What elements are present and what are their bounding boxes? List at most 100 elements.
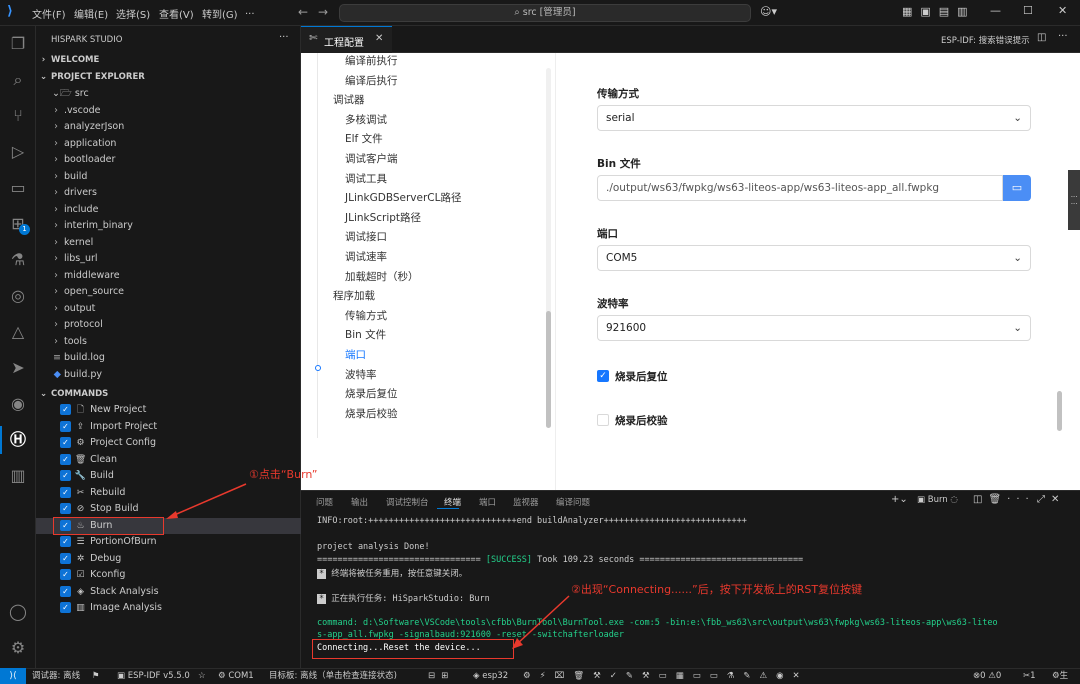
- side-handle[interactable]: ⋮⋮: [1068, 170, 1080, 230]
- command-checkbox[interactable]: ✓: [60, 602, 71, 613]
- wifi-icon[interactable]: ◉: [6, 392, 30, 416]
- panel-tab[interactable]: 终端: [444, 496, 461, 508]
- panel-tab[interactable]: 端口: [479, 496, 496, 508]
- more-actions-icon[interactable]: ···: [279, 32, 289, 43]
- config-nav-item[interactable]: 调试接口: [345, 228, 387, 247]
- tree-folder[interactable]: › tools: [36, 334, 301, 350]
- more-actions-icon[interactable]: ···: [1058, 31, 1068, 42]
- new-terminal-icon[interactable]: +⌄: [891, 494, 908, 505]
- command-checkbox[interactable]: ✓: [60, 536, 71, 547]
- tree-folder[interactable]: › libs_url: [36, 251, 301, 267]
- command-project-config[interactable]: ✓ ⚙ Project Config: [36, 435, 301, 451]
- command-checkbox[interactable]: ✓: [60, 503, 71, 514]
- section-welcome[interactable]: › WELCOME: [36, 52, 301, 68]
- config-nav-item[interactable]: 波特率: [345, 366, 377, 385]
- section-commands[interactable]: ⌄ COMMANDS: [36, 386, 301, 402]
- tree-folder[interactable]: › analyzerJson: [36, 119, 301, 135]
- menu-item[interactable]: 编辑(E): [74, 6, 108, 21]
- port-status[interactable]: ⚙ COM1: [218, 669, 254, 684]
- back-arrow-icon[interactable]: ←: [298, 5, 308, 19]
- split-editor-icon[interactable]: ◫: [1037, 32, 1046, 43]
- tree-folder[interactable]: › open_source: [36, 284, 301, 300]
- debugger-status[interactable]: 调试器: 离线: [32, 669, 80, 684]
- command-checkbox[interactable]: ✓: [60, 486, 71, 498]
- target-chip[interactable]: ◈ esp32: [473, 669, 508, 684]
- config-nav-item[interactable]: 烧录后复位: [345, 385, 398, 404]
- config-nav-item[interactable]: 烧录后校验: [345, 405, 398, 424]
- command-checkbox[interactable]: ✓: [60, 470, 71, 481]
- tree-folder[interactable]: › interim_binary: [36, 218, 301, 234]
- nav-scrollbar-thumb[interactable]: [546, 311, 551, 428]
- explorer-icon[interactable]: ❐: [6, 32, 30, 56]
- board-status[interactable]: 目标板: 离线（单击检查连接状态): [269, 669, 397, 684]
- reset-after-burn-checkbox[interactable]: ✓: [597, 370, 609, 382]
- tree-folder[interactable]: › middleware: [36, 268, 301, 284]
- close-tab-icon[interactable]: ✕: [375, 33, 383, 44]
- remote-explorer-icon[interactable]: ▭: [6, 176, 30, 200]
- star-icon[interactable]: ☆: [198, 669, 206, 684]
- chip-icon[interactable]: ◎: [6, 284, 30, 308]
- menu-item[interactable]: 转到(G): [202, 6, 238, 21]
- menu-item[interactable]: ...: [245, 6, 255, 17]
- command-checkbox[interactable]: ✓: [60, 453, 71, 465]
- copilot-icon[interactable]: ☺▾: [760, 5, 777, 18]
- command-center[interactable]: ⌕ src [管理员]: [339, 4, 751, 22]
- close-window-button[interactable]: ✕: [1058, 4, 1067, 17]
- command-checkbox[interactable]: ✓: [60, 585, 71, 597]
- menu-item[interactable]: 选择(S): [116, 6, 150, 21]
- tree-file[interactable]: ≡ build.log: [36, 350, 301, 366]
- settings-gear-icon[interactable]: ⚙: [6, 636, 30, 660]
- esp-idf-search-errors[interactable]: ESP-IDF: 搜索错误提示: [941, 34, 1030, 46]
- maximize-button[interactable]: ☐: [1023, 4, 1033, 17]
- search-icon[interactable]: ⌕: [6, 68, 30, 92]
- remote-indicator-icon[interactable]: ⟩⟨: [0, 668, 26, 684]
- layout-toggle-icons[interactable]: ▦▣▤▥: [902, 5, 976, 18]
- section-project-explorer[interactable]: ⌄ PROJECT EXPLORER: [36, 69, 301, 85]
- panel-tab[interactable]: 监视器: [513, 496, 539, 508]
- tree-folder[interactable]: › include: [36, 202, 301, 218]
- command-portionofburn[interactable]: ✓ ☰ PortionOfBurn: [36, 534, 301, 550]
- tree-folder[interactable]: › .vscode: [36, 103, 301, 119]
- command-kconfig[interactable]: ✓ ☑ Kconfig: [36, 567, 301, 583]
- command-new-project[interactable]: ✓ 🗋 New Project: [36, 402, 301, 418]
- tree-folder[interactable]: › drivers: [36, 185, 301, 201]
- flag-icon[interactable]: ⚑: [92, 669, 100, 684]
- config-nav-item[interactable]: 加载超时（秒）: [345, 268, 419, 287]
- esp-idf-version[interactable]: ▣ ESP-IDF v5.5.0: [117, 669, 190, 684]
- command-import-project[interactable]: ✓ ⇪ Import Project: [36, 419, 301, 435]
- run-debug-icon[interactable]: ▷: [6, 140, 30, 164]
- notifications[interactable]: ⚙生: [1052, 669, 1068, 684]
- port-select[interactable]: COM5 ⌄: [597, 245, 1031, 271]
- command-debug[interactable]: ✓ ✲ Debug: [36, 551, 301, 567]
- config-nav-item[interactable]: 编译前执行: [345, 52, 398, 71]
- command-checkbox[interactable]: ✓: [60, 437, 71, 448]
- tree-folder[interactable]: › bootloader: [36, 152, 301, 168]
- command-checkbox[interactable]: ✓: [60, 552, 71, 564]
- command-checkbox[interactable]: ✓: [60, 404, 71, 415]
- config-nav-item[interactable]: 端口: [345, 346, 366, 365]
- config-nav-item[interactable]: 传输方式: [345, 307, 387, 326]
- tree-folder-src[interactable]: ⌄ 🗁 src: [36, 86, 301, 102]
- config-nav-item[interactable]: 调试工具: [345, 170, 387, 189]
- config-nav-item[interactable]: Elf 文件: [345, 130, 383, 149]
- config-nav-item[interactable]: 调试速率: [345, 248, 387, 267]
- browse-folder-button[interactable]: ▭: [1003, 175, 1031, 201]
- menu-item[interactable]: 文件(F): [32, 6, 66, 21]
- config-nav-item[interactable]: 调试客户端: [345, 150, 398, 169]
- account-icon[interactable]: ◯: [6, 600, 30, 624]
- tree-folder[interactable]: › kernel: [36, 235, 301, 251]
- config-nav-item[interactable]: 编译后执行: [345, 72, 398, 91]
- panel-window-icons[interactable]: ⤢✕: [1037, 494, 1065, 505]
- esp-action-icons[interactable]: ⚙⚡⌧🗑⚒✓✎⚒▭▦▭▭⚗✎⚠◉✕: [523, 669, 809, 684]
- tree-folder[interactable]: › build: [36, 169, 301, 185]
- panel-tab[interactable]: 编译问题: [556, 496, 590, 508]
- config-nav-item[interactable]: JLinkScript路径: [345, 209, 421, 228]
- problems-count[interactable]: ⊗0 ⚠0: [973, 669, 1001, 684]
- tree-folder[interactable]: › application: [36, 136, 301, 152]
- source-control-icon[interactable]: ⑂: [6, 104, 30, 128]
- idf-icon[interactable]: △: [6, 320, 30, 344]
- tree-folder[interactable]: › output: [36, 301, 301, 317]
- command-checkbox[interactable]: ✓: [60, 420, 71, 432]
- config-nav-item[interactable]: 多核调试: [345, 111, 387, 130]
- panel-tab[interactable]: 调试控制台: [386, 496, 429, 508]
